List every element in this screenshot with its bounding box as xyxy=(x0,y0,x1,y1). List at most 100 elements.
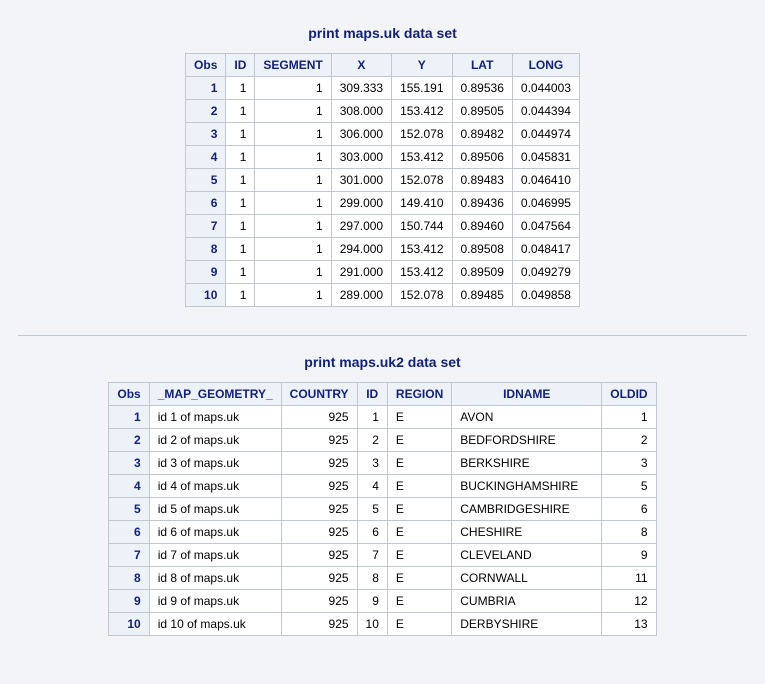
table1-title: print maps.uk data set xyxy=(0,25,765,41)
cell-map-geometry: id 10 of maps.uk xyxy=(149,613,281,636)
col-id: ID xyxy=(226,54,255,77)
cell-id: 1 xyxy=(357,406,387,429)
cell-id: 1 xyxy=(226,238,255,261)
cell-lat: 0.89485 xyxy=(452,284,512,307)
cell-x: 299.000 xyxy=(331,192,391,215)
cell-map-geometry: id 9 of maps.uk xyxy=(149,590,281,613)
cell-obs: 1 xyxy=(186,77,226,100)
cell-region: E xyxy=(387,521,451,544)
cell-obs: 5 xyxy=(186,169,226,192)
table-row: 111309.333155.1910.895360.044003 xyxy=(186,77,580,100)
col-obs: Obs xyxy=(109,383,149,406)
cell-segment: 1 xyxy=(255,77,331,100)
cell-id: 1 xyxy=(226,192,255,215)
cell-oldid: 12 xyxy=(602,590,656,613)
table-row: 2id 2 of maps.uk9252EBEDFORDSHIRE2 xyxy=(109,429,656,452)
table1-section: print maps.uk data set Obs ID SEGMENT X … xyxy=(0,15,765,327)
cell-long: 0.045831 xyxy=(512,146,579,169)
cell-region: E xyxy=(387,475,451,498)
cell-x: 301.000 xyxy=(331,169,391,192)
cell-y: 155.191 xyxy=(392,77,452,100)
table-row: 911291.000153.4120.895090.049279 xyxy=(186,261,580,284)
table1: Obs ID SEGMENT X Y LAT LONG 111309.33315… xyxy=(185,53,580,307)
cell-country: 925 xyxy=(281,521,357,544)
cell-oldid: 6 xyxy=(602,498,656,521)
cell-region: E xyxy=(387,544,451,567)
cell-segment: 1 xyxy=(255,192,331,215)
cell-y: 153.412 xyxy=(392,238,452,261)
cell-obs: 7 xyxy=(186,215,226,238)
cell-long: 0.044394 xyxy=(512,100,579,123)
cell-lat: 0.89509 xyxy=(452,261,512,284)
cell-x: 309.333 xyxy=(331,77,391,100)
cell-obs: 8 xyxy=(109,567,149,590)
table-row: 811294.000153.4120.895080.048417 xyxy=(186,238,580,261)
cell-long: 0.049279 xyxy=(512,261,579,284)
table2-header-row: Obs _MAP_GEOMETRY_ COUNTRY ID REGION IDN… xyxy=(109,383,656,406)
cell-map-geometry: id 8 of maps.uk xyxy=(149,567,281,590)
table1-header-row: Obs ID SEGMENT X Y LAT LONG xyxy=(186,54,580,77)
cell-obs: 3 xyxy=(186,123,226,146)
col-id: ID xyxy=(357,383,387,406)
cell-y: 152.078 xyxy=(392,284,452,307)
cell-country: 925 xyxy=(281,613,357,636)
cell-y: 153.412 xyxy=(392,100,452,123)
cell-x: 289.000 xyxy=(331,284,391,307)
col-x: X xyxy=(331,54,391,77)
cell-id: 1 xyxy=(226,146,255,169)
cell-long: 0.049858 xyxy=(512,284,579,307)
cell-obs: 9 xyxy=(109,590,149,613)
cell-obs: 4 xyxy=(109,475,149,498)
table-row: 1id 1 of maps.uk9251EAVON1 xyxy=(109,406,656,429)
table-row: 4id 4 of maps.uk9254EBUCKINGHAMSHIRE5 xyxy=(109,475,656,498)
cell-obs: 3 xyxy=(109,452,149,475)
cell-oldid: 11 xyxy=(602,567,656,590)
table2-section: print maps.uk2 data set Obs _MAP_GEOMETR… xyxy=(0,344,765,656)
table2-title: print maps.uk2 data set xyxy=(0,354,765,370)
cell-y: 153.412 xyxy=(392,146,452,169)
cell-segment: 1 xyxy=(255,169,331,192)
cell-country: 925 xyxy=(281,567,357,590)
cell-country: 925 xyxy=(281,406,357,429)
cell-id: 1 xyxy=(226,261,255,284)
cell-obs: 5 xyxy=(109,498,149,521)
cell-y: 152.078 xyxy=(392,169,452,192)
cell-obs: 10 xyxy=(109,613,149,636)
col-map-geometry: _MAP_GEOMETRY_ xyxy=(149,383,281,406)
cell-map-geometry: id 2 of maps.uk xyxy=(149,429,281,452)
cell-obs: 8 xyxy=(186,238,226,261)
cell-country: 925 xyxy=(281,544,357,567)
cell-obs: 2 xyxy=(109,429,149,452)
table-row: 6id 6 of maps.uk9256ECHESHIRE8 xyxy=(109,521,656,544)
cell-x: 308.000 xyxy=(331,100,391,123)
col-oldid: OLDID xyxy=(602,383,656,406)
cell-idname: CAMBRIDGESHIRE xyxy=(452,498,602,521)
cell-oldid: 3 xyxy=(602,452,656,475)
cell-region: E xyxy=(387,613,451,636)
cell-segment: 1 xyxy=(255,100,331,123)
cell-region: E xyxy=(387,498,451,521)
cell-long: 0.048417 xyxy=(512,238,579,261)
cell-obs: 9 xyxy=(186,261,226,284)
cell-idname: BEDFORDSHIRE xyxy=(452,429,602,452)
table-row: 711297.000150.7440.894600.047564 xyxy=(186,215,580,238)
table-row: 9id 9 of maps.uk9259ECUMBRIA12 xyxy=(109,590,656,613)
cell-id: 1 xyxy=(226,123,255,146)
col-y: Y xyxy=(392,54,452,77)
cell-id: 6 xyxy=(357,521,387,544)
cell-lat: 0.89508 xyxy=(452,238,512,261)
cell-id: 4 xyxy=(357,475,387,498)
cell-segment: 1 xyxy=(255,238,331,261)
section-divider xyxy=(18,335,747,336)
cell-region: E xyxy=(387,590,451,613)
cell-lat: 0.89506 xyxy=(452,146,512,169)
cell-idname: CUMBRIA xyxy=(452,590,602,613)
table-row: 10id 10 of maps.uk92510EDERBYSHIRE13 xyxy=(109,613,656,636)
cell-obs: 6 xyxy=(186,192,226,215)
cell-segment: 1 xyxy=(255,146,331,169)
cell-oldid: 1 xyxy=(602,406,656,429)
cell-oldid: 8 xyxy=(602,521,656,544)
cell-idname: AVON xyxy=(452,406,602,429)
cell-id: 3 xyxy=(357,452,387,475)
table-row: 611299.000149.4100.894360.046995 xyxy=(186,192,580,215)
